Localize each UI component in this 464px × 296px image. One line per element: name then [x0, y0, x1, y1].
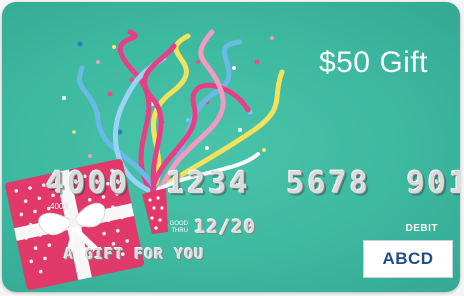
issuer-logo: ABCD	[363, 240, 453, 278]
good-thru-line-1: GOOD	[169, 221, 188, 227]
card-number-group-4: 9010	[406, 166, 460, 201]
gift-card: $50 Gift 4000 1234 5678 9010 4000 GOOD T…	[2, 2, 460, 292]
expiry-date: 12/20	[194, 216, 257, 238]
card-number-group-3: 5678	[286, 166, 371, 201]
card-number: 4000 1234 5678 9010	[46, 166, 460, 201]
card-number-prefix: 4000	[50, 202, 68, 211]
card-type-label: DEBIT	[405, 223, 438, 234]
card-number-group-2: 1234	[166, 166, 251, 201]
cardholder-name: A GIFT FOR YOU	[64, 245, 205, 263]
gift-amount-label: $50 Gift	[318, 46, 428, 79]
good-thru-label: GOOD THRU	[160, 221, 188, 235]
good-thru-line-2: THRU	[171, 228, 188, 234]
issuer-logo-text: ABCD	[382, 249, 434, 268]
card-number-group-1: 4000	[46, 166, 131, 201]
